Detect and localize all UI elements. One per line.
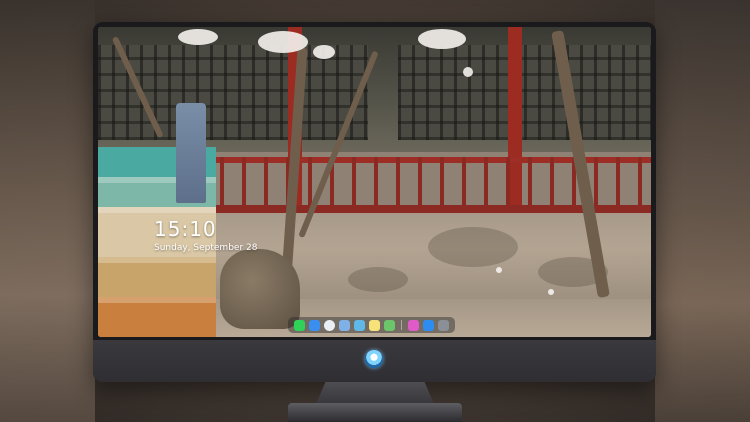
safari-icon[interactable] bbox=[324, 319, 335, 331]
monitor-logo-icon bbox=[365, 350, 383, 368]
lockscreen-time: 15:10 bbox=[154, 217, 217, 241]
wallpaper-shadow bbox=[428, 227, 518, 267]
monitor-stand-neck bbox=[316, 382, 434, 404]
wallpaper-petal bbox=[496, 267, 502, 273]
wallpaper-petal bbox=[548, 289, 554, 295]
wallpaper-stone-pillar bbox=[176, 103, 206, 203]
wallpaper-blossom bbox=[178, 29, 218, 45]
itunes-icon[interactable] bbox=[408, 319, 419, 331]
background-blur-right bbox=[655, 0, 750, 422]
lockscreen-date: Sunday, September 28 bbox=[154, 243, 258, 253]
app-store-icon[interactable] bbox=[423, 319, 434, 331]
monitor: 15:10 Sunday, September 28 bbox=[93, 22, 656, 382]
wallpaper-tile-stripe bbox=[98, 257, 216, 263]
monitor-stand-base bbox=[288, 403, 462, 422]
screenshot-icon[interactable] bbox=[438, 319, 449, 331]
background-blur-left bbox=[0, 0, 95, 422]
wallpaper-tile-stripe bbox=[98, 297, 216, 303]
dock-separator bbox=[401, 320, 402, 330]
wallpaper-blossom bbox=[313, 45, 335, 59]
notes-icon[interactable] bbox=[369, 319, 380, 331]
wallpaper-blossom bbox=[418, 29, 466, 49]
wallpaper-tile-stripe bbox=[98, 207, 216, 213]
messages-icon[interactable] bbox=[294, 319, 305, 331]
finder-icon[interactable] bbox=[309, 319, 320, 331]
claquette-icon[interactable] bbox=[354, 319, 365, 331]
dock bbox=[288, 317, 455, 333]
preview-icon[interactable] bbox=[339, 319, 350, 331]
desktop-screen: 15:10 Sunday, September 28 bbox=[98, 27, 651, 337]
monitor-chin bbox=[93, 340, 656, 382]
photos-icon[interactable] bbox=[384, 319, 395, 331]
wallpaper-shadow bbox=[348, 267, 408, 292]
wallpaper-blossom bbox=[258, 31, 308, 53]
wallpaper-blossom bbox=[463, 67, 473, 77]
wallpaper-tree-roots bbox=[220, 249, 300, 329]
wallpaper-window-right bbox=[398, 45, 651, 140]
